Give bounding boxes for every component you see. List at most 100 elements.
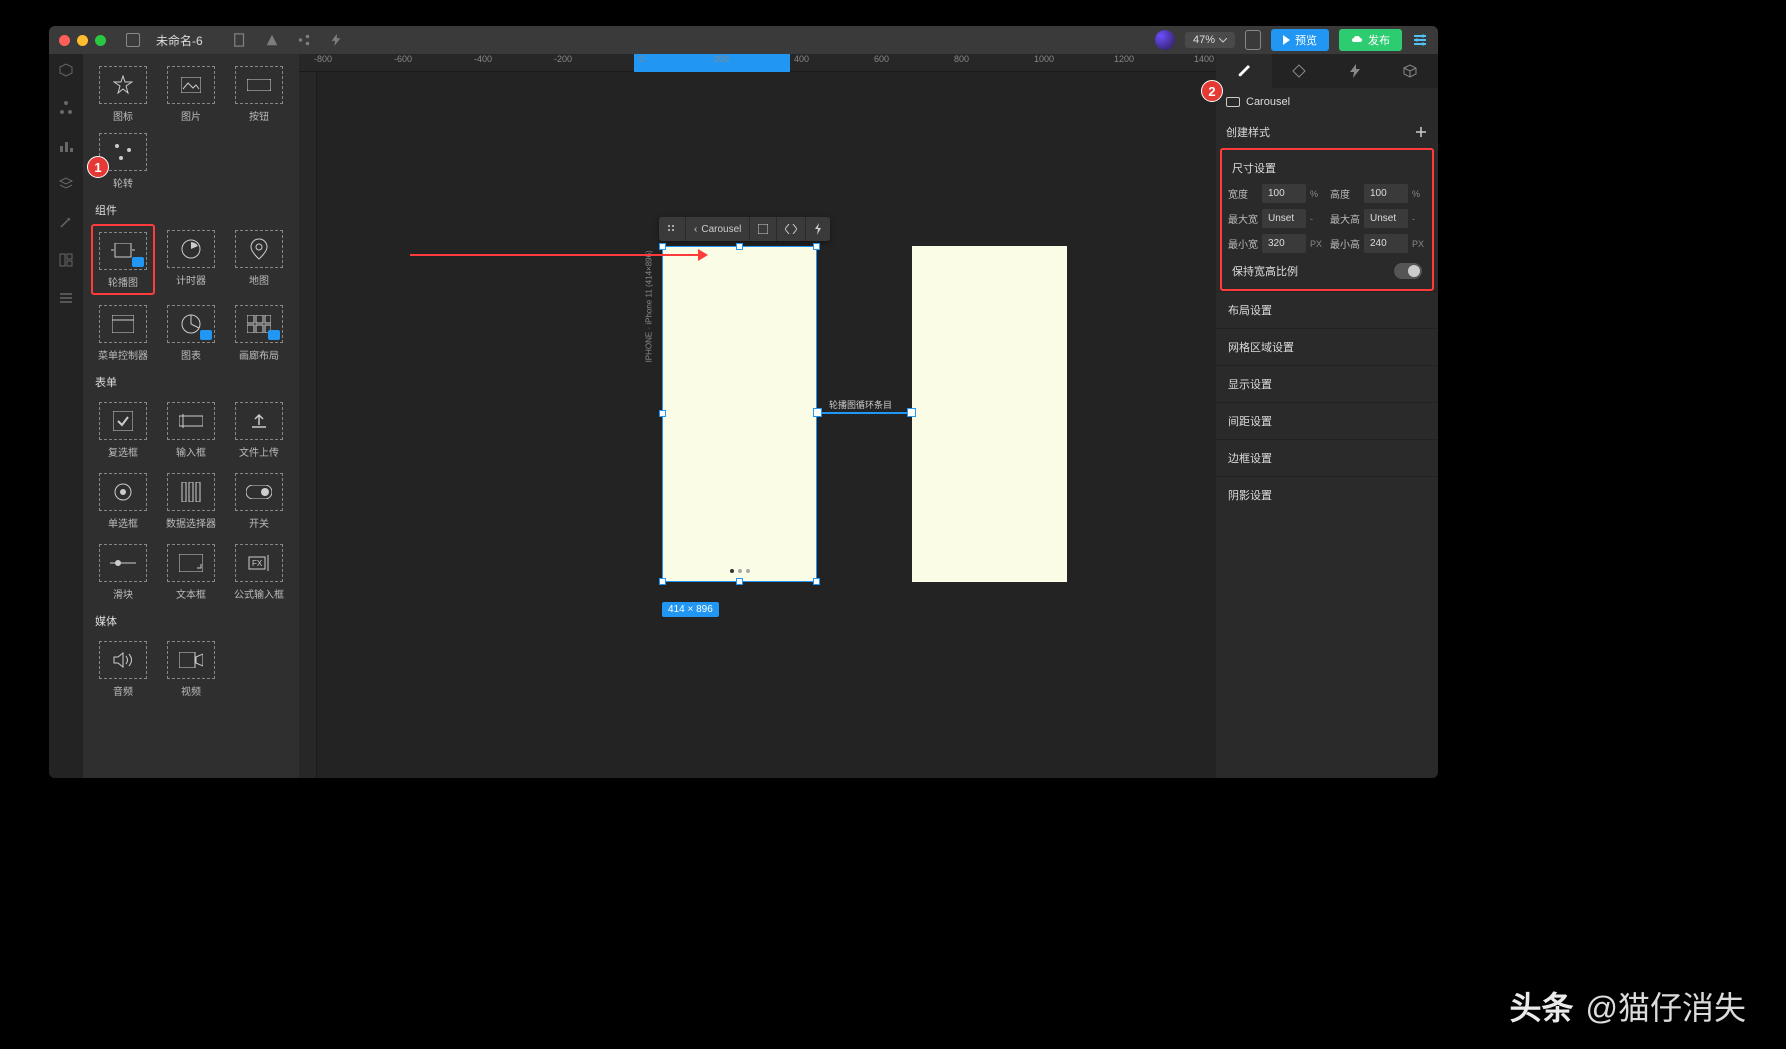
menu-icon bbox=[112, 315, 134, 333]
component-label: 单选框 bbox=[108, 515, 138, 530]
resize-handle[interactable] bbox=[659, 578, 666, 585]
component-label: 复选框 bbox=[108, 444, 138, 459]
carousel-dot[interactable] bbox=[746, 569, 750, 573]
component-input-item[interactable]: 输入框 bbox=[159, 396, 223, 463]
page-icon[interactable] bbox=[233, 33, 247, 47]
minheight-unit[interactable]: PX bbox=[1412, 239, 1426, 249]
tab-style[interactable] bbox=[1216, 54, 1272, 88]
ruler-tick: 0 bbox=[639, 54, 644, 64]
component-label: 图片 bbox=[181, 108, 201, 123]
artboard-carousel[interactable]: IPHONE · iPhone 11 (414×896) bbox=[662, 246, 817, 582]
cloud-icon bbox=[1351, 34, 1363, 46]
component-map-item[interactable]: 地图 bbox=[227, 224, 291, 295]
component-upload-item[interactable]: 文件上传 bbox=[227, 396, 291, 463]
resize-handle[interactable] bbox=[813, 578, 820, 585]
component-audio-item[interactable]: 音频 bbox=[91, 635, 155, 702]
wand-icon[interactable] bbox=[58, 214, 74, 230]
component-chart-item[interactable]: 图表 bbox=[159, 299, 223, 366]
accordion-spacing[interactable]: 间距设置 bbox=[1216, 402, 1438, 439]
resize-handle[interactable] bbox=[813, 243, 820, 250]
accordion-display[interactable]: 显示设置 bbox=[1216, 365, 1438, 402]
maximize-window-button[interactable] bbox=[95, 35, 106, 46]
accordion-grid[interactable]: 网格区域设置 bbox=[1216, 328, 1438, 365]
component-switch-item[interactable]: 开关 bbox=[227, 467, 291, 534]
tab-layout[interactable] bbox=[1272, 54, 1328, 88]
component-image-item[interactable]: 图片 bbox=[159, 60, 223, 127]
tab-more[interactable] bbox=[1383, 54, 1439, 88]
minimize-window-button[interactable] bbox=[77, 35, 88, 46]
canvas[interactable]: -800 -600 -400 -200 0 200 400 600 800 10… bbox=[299, 54, 1216, 778]
component-icon-item[interactable]: 图标 bbox=[91, 60, 155, 127]
settings-icon[interactable] bbox=[1412, 32, 1428, 48]
radio-icon bbox=[113, 482, 133, 502]
preview-button[interactable]: 预览 bbox=[1271, 29, 1329, 51]
component-textarea-item[interactable]: 文本框 bbox=[159, 538, 223, 605]
input-icon bbox=[179, 414, 203, 428]
stats-icon[interactable] bbox=[58, 138, 74, 154]
accordion-border[interactable]: 边框设置 bbox=[1216, 439, 1438, 476]
component-formula-item[interactable]: FX 公式输入框 bbox=[227, 538, 291, 605]
accordion-layout[interactable]: 布局设置 bbox=[1216, 291, 1438, 328]
publish-button[interactable]: 发布 bbox=[1339, 29, 1402, 51]
resize-handle[interactable] bbox=[736, 243, 743, 250]
ruler-tick: 200 bbox=[714, 54, 729, 64]
layers-icon[interactable] bbox=[58, 176, 74, 192]
component-timer-item[interactable]: 计时器 bbox=[159, 224, 223, 295]
color-icon[interactable] bbox=[265, 33, 279, 47]
resize-handle[interactable] bbox=[736, 578, 743, 585]
component-gallery-item[interactable]: 画廊布局 bbox=[227, 299, 291, 366]
maxheight-unit[interactable]: - bbox=[1412, 214, 1426, 224]
close-window-button[interactable] bbox=[59, 35, 70, 46]
maxwidth-unit[interactable]: - bbox=[1310, 214, 1324, 224]
height-input[interactable] bbox=[1364, 184, 1408, 203]
width-input[interactable] bbox=[1262, 184, 1306, 203]
height-unit[interactable]: % bbox=[1412, 189, 1426, 199]
width-unit[interactable]: % bbox=[1310, 189, 1324, 199]
layout-icon[interactable] bbox=[58, 252, 74, 268]
resize-handle[interactable] bbox=[659, 243, 666, 250]
carousel-dot[interactable] bbox=[730, 569, 734, 573]
artboard-item[interactable] bbox=[912, 246, 1067, 582]
component-label: 输入框 bbox=[176, 444, 206, 459]
zoom-dropdown[interactable]: 47% bbox=[1185, 32, 1235, 48]
device-preview-icon[interactable] bbox=[1245, 30, 1261, 50]
bolt-button[interactable] bbox=[806, 217, 830, 241]
component-label: 公式输入框 bbox=[234, 586, 284, 601]
drag-handle[interactable] bbox=[659, 217, 686, 241]
share-icon[interactable] bbox=[297, 33, 311, 47]
expand-button[interactable] bbox=[750, 217, 777, 241]
aspect-ratio-toggle[interactable] bbox=[1394, 263, 1422, 279]
pie-icon bbox=[180, 313, 202, 335]
component-menu-controller-item[interactable]: 菜单控制器 bbox=[91, 299, 155, 366]
breadcrumb-back-button[interactable]: ‹ Carousel bbox=[686, 217, 750, 241]
list-icon[interactable] bbox=[58, 290, 74, 306]
code-button[interactable] bbox=[777, 217, 806, 241]
plus-icon[interactable] bbox=[1414, 125, 1428, 139]
maxheight-input[interactable] bbox=[1364, 209, 1408, 228]
component-radio-item[interactable]: 单选框 bbox=[91, 467, 155, 534]
tree-icon[interactable] bbox=[58, 100, 74, 116]
minwidth-input[interactable] bbox=[1262, 234, 1306, 253]
connector-line[interactable] bbox=[817, 412, 912, 414]
component-button-item[interactable]: 按钮 bbox=[227, 60, 291, 127]
component-slider-item[interactable]: 滑块 bbox=[91, 538, 155, 605]
minheight-input[interactable] bbox=[1364, 234, 1408, 253]
create-style-row[interactable]: 创建样式 bbox=[1216, 116, 1438, 148]
box-icon[interactable] bbox=[58, 62, 74, 78]
component-checkbox-item[interactable]: 复选框 bbox=[91, 396, 155, 463]
accordion-shadow[interactable]: 阴影设置 bbox=[1216, 476, 1438, 513]
picker-icon bbox=[180, 482, 202, 502]
document-icon bbox=[126, 33, 140, 47]
resize-handle[interactable] bbox=[659, 410, 666, 417]
maxwidth-input[interactable] bbox=[1262, 209, 1306, 228]
component-video-item[interactable]: 视频 bbox=[159, 635, 223, 702]
bolt-icon[interactable] bbox=[329, 33, 343, 47]
size-section-title: 尺寸设置 bbox=[1228, 156, 1426, 184]
minwidth-unit[interactable]: PX bbox=[1310, 239, 1324, 249]
maxwidth-label: 最大宽 bbox=[1228, 211, 1258, 226]
component-picker-item[interactable]: 数据选择器 bbox=[159, 467, 223, 534]
component-carousel-item[interactable]: 轮播图 bbox=[91, 224, 155, 295]
carousel-dot[interactable] bbox=[738, 569, 742, 573]
user-avatar[interactable] bbox=[1155, 30, 1175, 50]
tab-actions[interactable] bbox=[1327, 54, 1383, 88]
